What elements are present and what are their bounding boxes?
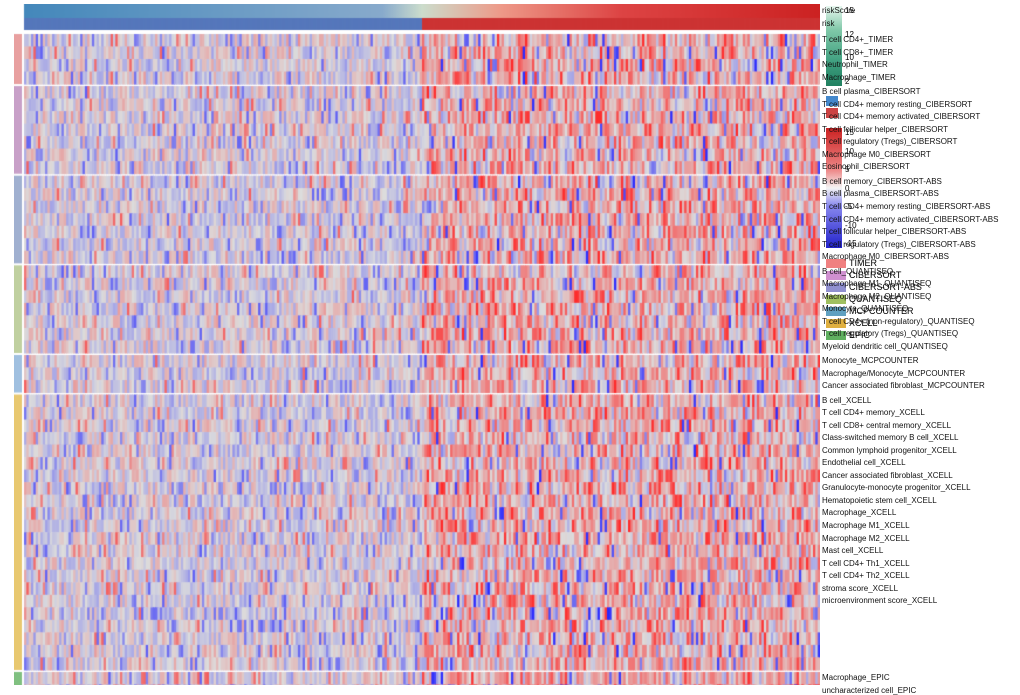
methods-legend: TIMER CIBERSORT CIBERSORT-ABS QUANTISEQ … [826, 256, 1020, 340]
colorscale-labels: 15 10 5 0 -5 -10 -15 [842, 128, 857, 248]
main-container: 15 12 10 2 15 [0, 0, 1020, 689]
risk-high-swatch [826, 108, 838, 118]
cibersort-abs-swatch [826, 283, 846, 292]
risk-low-row [826, 96, 1020, 106]
method-mcpcounter: MCPCOUNTER [826, 306, 1020, 316]
colorscale-legend: 15 10 5 0 -5 -10 -15 [826, 128, 1020, 248]
main-colorbar [826, 128, 842, 248]
heatmap-area [14, 0, 820, 689]
method-cibersort: CIBERSORT [826, 270, 1020, 280]
xcell-label: XCELL [849, 318, 878, 328]
quantiseq-label: QUANTISEQ [849, 294, 902, 304]
risk-low-swatch [826, 96, 838, 106]
methods-label [0, 0, 14, 689]
methods-list: TIMER CIBERSORT CIBERSORT-ABS QUANTISEQ … [826, 258, 1020, 340]
cibersort-label: CIBERSORT [849, 270, 901, 280]
mcpcounter-label: MCPCOUNTER [849, 306, 914, 316]
riskscore-colorbar [826, 6, 842, 86]
heatmap-canvas [14, 4, 820, 685]
quantiseq-swatch [826, 295, 846, 304]
epic-swatch [826, 331, 846, 340]
method-epic: EPIC [826, 330, 1020, 340]
timer-swatch [826, 259, 846, 268]
risk-high-row [826, 108, 1020, 118]
method-xcell: XCELL [826, 318, 1020, 328]
risk-legend [826, 94, 1020, 120]
method-cibersort-abs: CIBERSORT-ABS [826, 282, 1020, 292]
method-timer: TIMER [826, 258, 1020, 268]
timer-label: TIMER [849, 258, 877, 268]
cibersort-swatch [826, 271, 846, 280]
cibersort-abs-label: CIBERSORT-ABS [849, 282, 922, 292]
xcell-swatch [826, 319, 846, 328]
mcpcounter-swatch [826, 307, 846, 316]
riskscore-legend: 15 12 10 2 [826, 4, 1020, 86]
riskscore-labels: 15 12 10 2 [842, 6, 854, 86]
method-quantiseq: QUANTISEQ [826, 294, 1020, 304]
right-panel: 15 12 10 2 15 [820, 0, 1020, 689]
epic-label: EPIC [849, 330, 870, 340]
